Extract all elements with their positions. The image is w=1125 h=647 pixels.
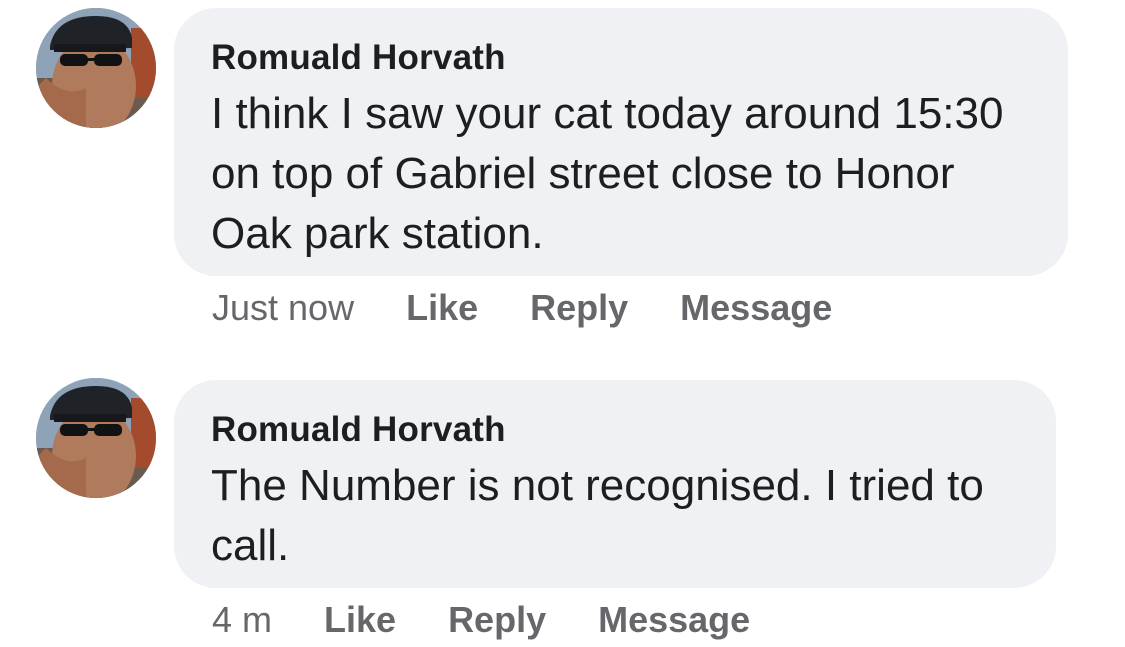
comment-author[interactable]: Romuald Horvath bbox=[211, 38, 1032, 78]
comment-bubble: Romuald Horvath The Number is not recogn… bbox=[174, 380, 1056, 588]
reply-button[interactable]: Reply bbox=[448, 600, 546, 640]
message-button[interactable]: Message bbox=[598, 600, 750, 640]
avatar[interactable] bbox=[36, 378, 156, 498]
reply-button[interactable]: Reply bbox=[530, 288, 628, 328]
profile-photo-icon bbox=[36, 8, 156, 128]
comment-author[interactable]: Romuald Horvath bbox=[211, 410, 1020, 450]
comment-timestamp[interactable]: Just now bbox=[212, 288, 354, 328]
comment-timestamp[interactable]: 4 m bbox=[212, 600, 272, 640]
like-button[interactable]: Like bbox=[406, 288, 478, 328]
profile-photo-icon bbox=[36, 378, 156, 498]
comment-actions: Just now Like Reply Message bbox=[212, 288, 832, 328]
comment-actions: 4 m Like Reply Message bbox=[212, 600, 750, 640]
comment-text: The Number is not recognised. I tried to… bbox=[211, 461, 984, 570]
comment: Romuald Horvath I think I saw your cat t… bbox=[0, 0, 1125, 340]
comment-bubble: Romuald Horvath I think I saw your cat t… bbox=[174, 8, 1068, 276]
message-button[interactable]: Message bbox=[680, 288, 832, 328]
avatar[interactable] bbox=[36, 8, 156, 128]
like-button[interactable]: Like bbox=[324, 600, 396, 640]
comment: Romuald Horvath The Number is not recogn… bbox=[0, 340, 1125, 647]
comment-text: I think I saw your cat today around 15:3… bbox=[211, 89, 1004, 258]
